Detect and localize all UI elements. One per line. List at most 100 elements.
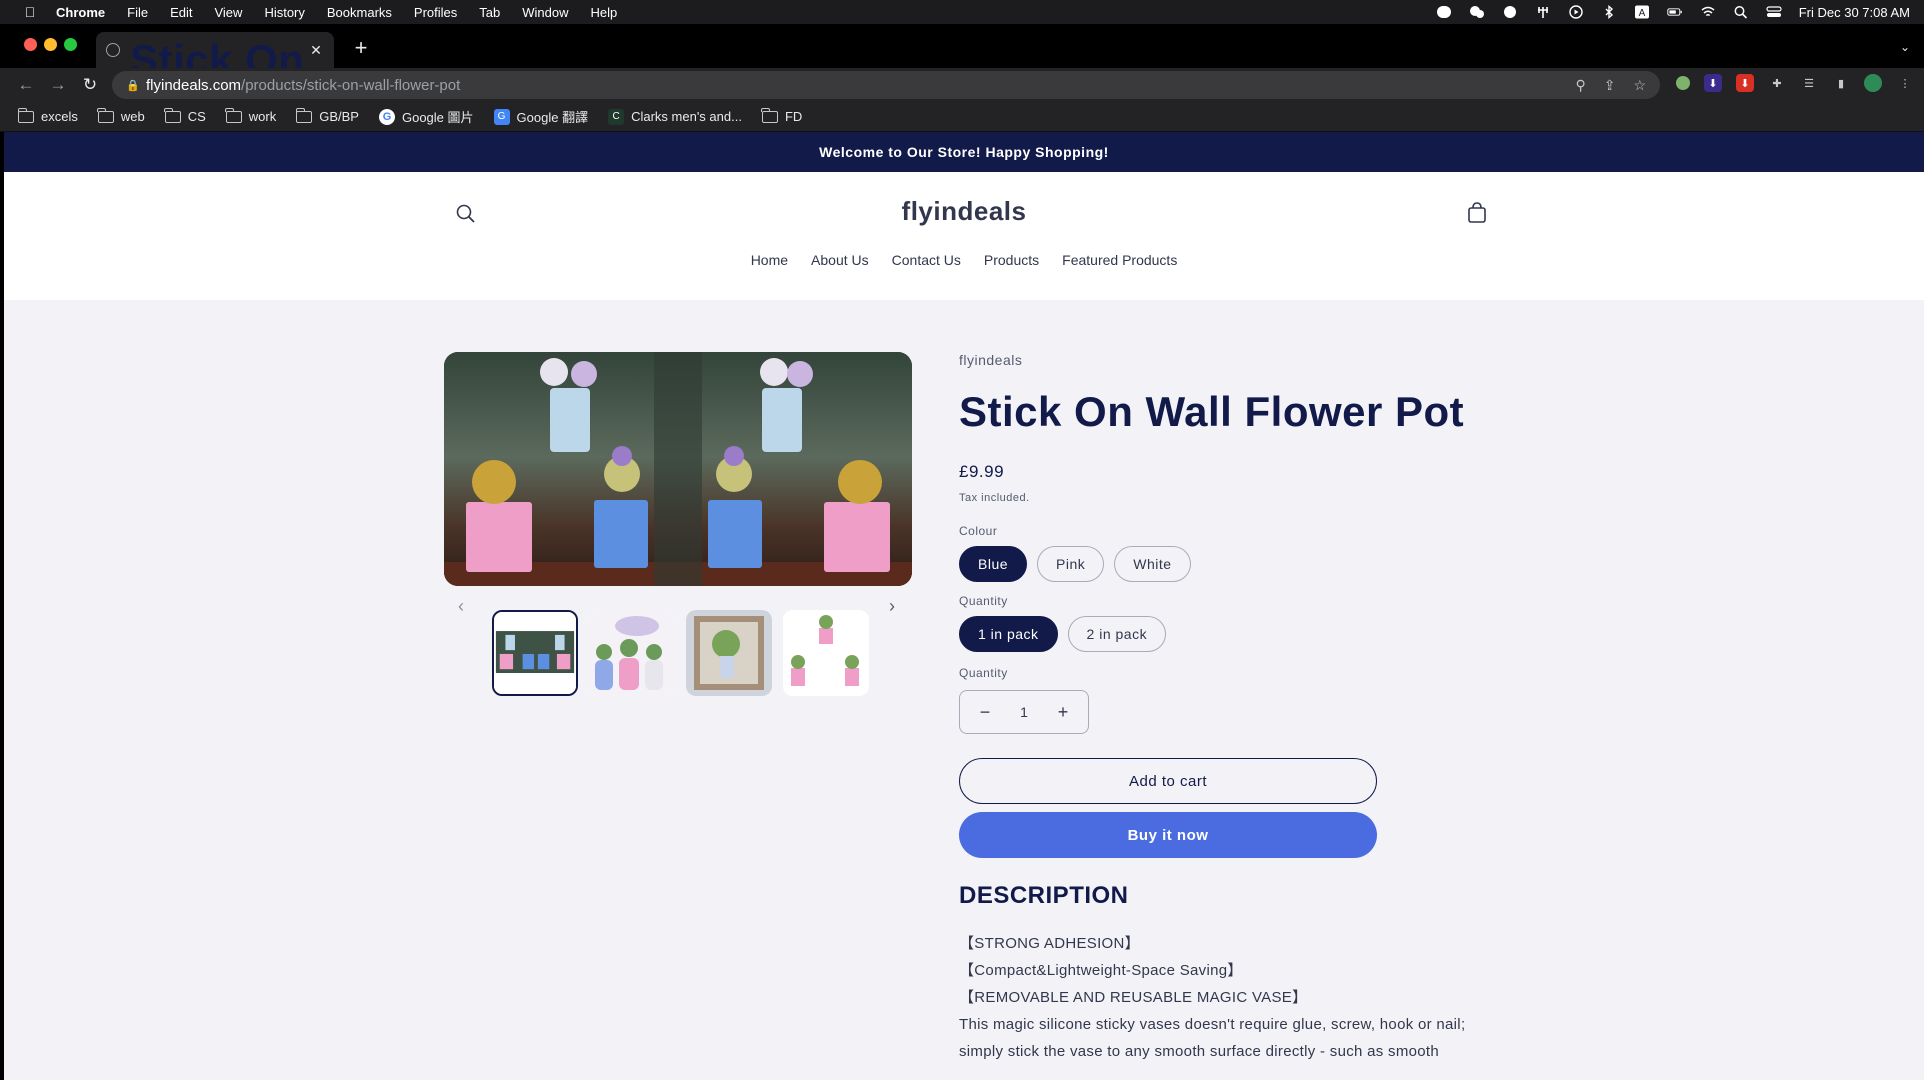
store-logo[interactable]: flyindeals: [4, 196, 1924, 227]
address-bar[interactable]: 🔒 flyindeals.com/products/stick-on-wall-…: [112, 71, 1660, 99]
colour-option-blue[interactable]: Blue: [959, 546, 1028, 582]
menubar-clock[interactable]: Fri Dec 30 7:08 AM: [1799, 5, 1910, 20]
product-main-image[interactable]: [444, 352, 912, 586]
media-queue-icon[interactable]: ☰: [1800, 74, 1818, 92]
profile-avatar-icon[interactable]: [1864, 74, 1882, 92]
extensions-puzzle-icon[interactable]: ✚: [1768, 74, 1786, 92]
extension-download-icon[interactable]: ⬇: [1704, 74, 1722, 92]
quantity-decrease-button[interactable]: −: [976, 702, 994, 723]
bluetooth-icon[interactable]: [1601, 5, 1617, 19]
lock-icon[interactable]: 🔒: [126, 79, 140, 92]
colour-options: Blue Pink White: [959, 546, 1499, 582]
bookmark-label: Clarks men's and...: [631, 109, 742, 124]
web-page: Welcome to Our Store! Happy Shopping! fl…: [4, 132, 1924, 1080]
quantity-label: Quantity: [959, 666, 1008, 680]
main-nav: Home About Us Contact Us Products Featur…: [4, 252, 1924, 268]
add-to-cart-button[interactable]: Add to cart: [959, 758, 1377, 804]
product-thumbnail-2[interactable]: [589, 610, 675, 696]
control-center-icon[interactable]: [1766, 5, 1782, 19]
menu-file[interactable]: File: [127, 5, 148, 20]
apple-icon[interactable]: : [22, 4, 38, 20]
nav-about-us[interactable]: About Us: [811, 252, 869, 268]
thumbnail-next-chevron-icon[interactable]: ›: [889, 596, 895, 617]
back-button[interactable]: ←: [14, 73, 38, 97]
menu-bookmarks[interactable]: Bookmarks: [327, 5, 392, 20]
chrome-menu-icon[interactable]: ⋮: [1896, 74, 1914, 92]
reload-button[interactable]: ↻: [78, 73, 102, 97]
extension-circle-icon[interactable]: [1676, 76, 1690, 90]
menu-profiles[interactable]: Profiles: [414, 5, 457, 20]
new-tab-button[interactable]: +: [350, 37, 372, 60]
folder-icon: [761, 107, 778, 123]
bookmark-cs[interactable]: CS: [164, 107, 206, 124]
description-line: This magic silicone sticky vases doesn't…: [959, 1016, 1466, 1033]
input-source-icon[interactable]: A: [1634, 5, 1650, 19]
menu-history[interactable]: History: [264, 5, 304, 20]
menu-edit[interactable]: Edit: [170, 5, 192, 20]
wechat-icon[interactable]: [1469, 5, 1485, 19]
menu-help[interactable]: Help: [591, 5, 618, 20]
window-minimize-button[interactable]: [44, 38, 57, 51]
thumbnail-prev-chevron-icon[interactable]: ‹: [458, 596, 464, 617]
bookmarks-bar: excels web CS work GB/BP G Google 圖片 G Goo…: [0, 102, 1924, 132]
share-icon[interactable]: ⇪: [1604, 77, 1616, 94]
forward-button[interactable]: →: [46, 73, 70, 97]
play-icon[interactable]: [1568, 5, 1584, 19]
buy-now-button[interactable]: Buy it now: [959, 812, 1377, 858]
side-panel-icon[interactable]: ▮: [1832, 74, 1850, 92]
translate-icon: G: [493, 108, 510, 125]
spotlight-icon[interactable]: [1733, 5, 1749, 19]
bookmark-clarks[interactable]: C Clarks men's and...: [608, 108, 742, 125]
line-icon[interactable]: [1436, 5, 1452, 19]
tab-search-chevron-icon[interactable]: ⌄: [1900, 40, 1910, 54]
cart-icon[interactable]: [1464, 200, 1490, 226]
product-thumbnail-1[interactable]: [492, 610, 578, 696]
quantity-stepper: − 1 +: [959, 690, 1089, 734]
quantity-input[interactable]: 1: [1020, 704, 1028, 720]
bookmark-star-icon[interactable]: ☆: [1633, 77, 1646, 94]
nav-featured-products[interactable]: Featured Products: [1062, 252, 1177, 268]
nav-home[interactable]: Home: [751, 252, 788, 268]
tab-strip: Stick On Wall Flower Pot – flyin ✕ + ⌄: [0, 24, 1924, 83]
menu-app-name[interactable]: Chrome: [56, 5, 105, 20]
window-close-button[interactable]: [24, 38, 37, 51]
tab-close-icon[interactable]: ✕: [308, 42, 324, 58]
bookmark-google-images[interactable]: G Google 圖片: [378, 107, 474, 126]
menu-window[interactable]: Window: [522, 5, 568, 20]
description-line: 【REMOVABLE AND REUSABLE MAGIC VASE】: [959, 989, 1308, 1006]
bookmark-fd[interactable]: FD: [761, 107, 802, 124]
description-heading: DESCRIPTION: [959, 882, 1129, 909]
announcement-bar: Welcome to Our Store! Happy Shopping!: [4, 132, 1924, 172]
bookmark-web[interactable]: web: [97, 107, 145, 124]
nav-contact-us[interactable]: Contact Us: [892, 252, 961, 268]
menu-view[interactable]: View: [214, 5, 242, 20]
product-vendor: flyindeals: [959, 352, 1023, 368]
folder-icon: [225, 107, 242, 123]
zoom-icon[interactable]: ⚲: [1575, 77, 1585, 94]
window-zoom-button[interactable]: [64, 38, 77, 51]
pack-option-2[interactable]: 2 in pack: [1067, 616, 1167, 652]
google-icon: G: [378, 108, 395, 125]
network-status-icon[interactable]: [1535, 5, 1551, 19]
bookmark-gb-bp[interactable]: GB/BP: [295, 107, 359, 124]
colour-option-white[interactable]: White: [1114, 546, 1191, 582]
pack-options: 1 in pack 2 in pack: [959, 616, 1499, 652]
app-status-icon[interactable]: [1502, 5, 1518, 19]
colour-option-pink[interactable]: Pink: [1037, 546, 1105, 582]
bookmark-excels[interactable]: excels: [17, 107, 78, 124]
product-info: flyindeals Stick On Wall Flower Pot £9.9…: [959, 352, 1499, 1065]
wifi-icon[interactable]: [1700, 5, 1716, 19]
menu-tab[interactable]: Tab: [479, 5, 500, 20]
battery-icon[interactable]: [1667, 5, 1683, 19]
nav-products[interactable]: Products: [984, 252, 1039, 268]
pack-option-1[interactable]: 1 in pack: [959, 616, 1058, 652]
bookmark-google-translate[interactable]: G Google 翻譯: [493, 107, 588, 126]
product-thumbnail-3[interactable]: [686, 610, 772, 696]
product-thumbnail-4[interactable]: [783, 610, 869, 696]
product-title: Stick On Wall Flower Pot: [959, 388, 1465, 435]
site-header: flyindeals Home About Us Contact Us Prod…: [4, 172, 1924, 300]
browser-tab-active[interactable]: Stick On Wall Flower Pot – flyin ✕: [96, 32, 334, 83]
quantity-increase-button[interactable]: +: [1054, 702, 1072, 723]
bookmark-work[interactable]: work: [225, 107, 276, 124]
extension-red-download-icon[interactable]: ⬇: [1736, 74, 1754, 92]
